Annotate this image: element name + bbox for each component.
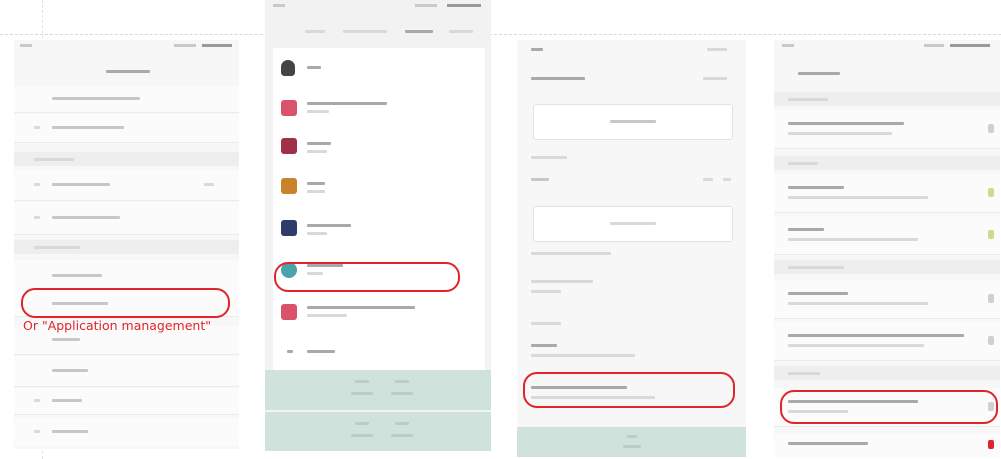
force-stop-button[interactable] xyxy=(533,104,733,140)
app-icon xyxy=(281,304,297,320)
section-header xyxy=(774,156,1000,170)
permission-item[interactable] xyxy=(774,434,1000,457)
highlight-applications-item xyxy=(21,288,230,318)
list-item[interactable] xyxy=(273,90,485,126)
settings-item[interactable] xyxy=(14,388,239,415)
permission-item[interactable] xyxy=(774,280,1000,319)
section-header xyxy=(774,366,1000,380)
permission-toggle[interactable] xyxy=(988,294,994,303)
section-header xyxy=(14,240,239,254)
section-label xyxy=(531,156,567,159)
annotation-note: Or "Application management" xyxy=(23,318,212,333)
permission-item[interactable] xyxy=(774,322,1000,361)
permission-item[interactable] xyxy=(774,216,1000,255)
permission-toggle[interactable] xyxy=(988,188,994,197)
section-header xyxy=(774,260,1000,274)
permission-toggle[interactable] xyxy=(988,336,994,345)
permission-toggle[interactable] xyxy=(988,440,994,449)
guide-line-horizontal xyxy=(0,34,1001,35)
tab-bar[interactable] xyxy=(265,24,491,38)
app-list-screen xyxy=(265,0,491,451)
app-icon xyxy=(281,100,297,116)
list-item[interactable] xyxy=(273,294,485,330)
clear-data-button[interactable] xyxy=(533,206,733,242)
app-icon xyxy=(281,220,297,236)
permission-item[interactable] xyxy=(774,110,1000,149)
status-bar xyxy=(774,40,1000,52)
page-title xyxy=(798,72,840,75)
highlight-permissions-row xyxy=(523,372,735,408)
status-bar xyxy=(265,0,491,12)
list-item[interactable] xyxy=(273,338,485,368)
settings-screen xyxy=(14,40,239,449)
settings-item[interactable] xyxy=(14,418,239,446)
app-list xyxy=(273,48,485,370)
info-row xyxy=(531,290,561,293)
bottom-action-panel xyxy=(265,412,491,451)
settings-item[interactable] xyxy=(14,260,239,291)
app-icon xyxy=(281,60,295,76)
section-header xyxy=(14,152,239,166)
section-label xyxy=(531,252,611,255)
bottom-action-panel xyxy=(517,427,746,457)
app-icon xyxy=(281,138,297,154)
notification-row[interactable] xyxy=(517,166,746,194)
section-label xyxy=(531,322,561,325)
status-bar xyxy=(14,40,239,52)
highlight-target-app xyxy=(274,262,460,292)
app-icon xyxy=(281,178,297,194)
permissions-detail-row[interactable] xyxy=(517,336,746,366)
list-item[interactable] xyxy=(273,48,485,88)
settings-item[interactable] xyxy=(14,202,239,235)
page-title xyxy=(106,70,150,73)
permission-toggle[interactable] xyxy=(988,124,994,133)
app-header xyxy=(517,66,746,92)
settings-item[interactable] xyxy=(14,170,239,201)
bottom-action-panel xyxy=(265,370,491,410)
list-item[interactable] xyxy=(273,168,485,206)
permission-item[interactable] xyxy=(774,174,1000,213)
list-item[interactable] xyxy=(273,128,485,166)
info-row xyxy=(531,280,593,283)
permission-toggle[interactable] xyxy=(988,230,994,239)
section-header xyxy=(774,92,1000,106)
settings-item[interactable] xyxy=(14,356,239,387)
settings-item[interactable] xyxy=(14,86,239,113)
highlight-target-permission xyxy=(780,390,998,424)
settings-item[interactable] xyxy=(14,114,239,143)
list-item[interactable] xyxy=(273,208,485,248)
